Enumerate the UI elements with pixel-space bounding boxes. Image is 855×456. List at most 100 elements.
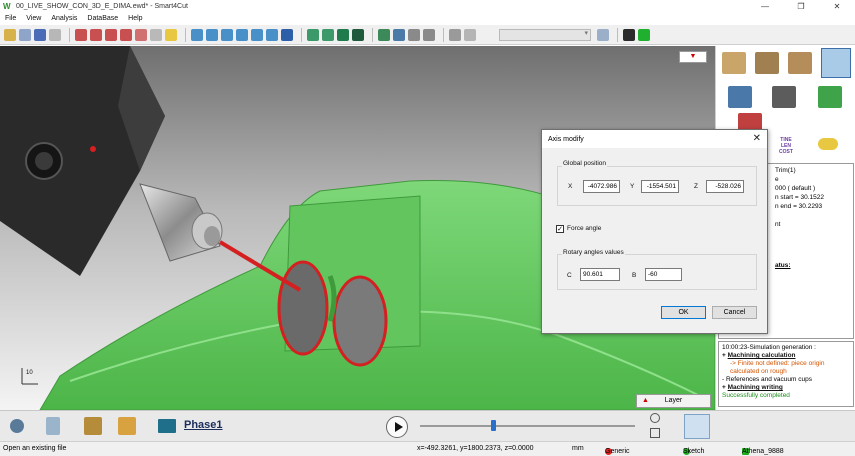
phase-label[interactable]: Phase1 [184,419,223,431]
light-bulb-icon[interactable] [165,28,177,41]
minimize-button[interactable]: — [747,0,783,13]
viewport-menu-button[interactable]: ▼ [679,51,707,63]
undo-icon[interactable] [449,28,461,41]
z-field[interactable]: -528.026 [706,180,744,193]
zoom-icon[interactable] [75,28,87,41]
rotary-angles-group: Rotary angles values C 90.601 B -60 [557,249,757,290]
info-line: 000 ( default ) [775,185,816,192]
force-angle-label: Force angle [567,225,602,232]
view-bottom-icon[interactable] [281,28,293,41]
y-field[interactable]: -1554.501 [641,180,679,193]
connection-status-icon[interactable] [638,28,650,41]
section-icon[interactable] [393,28,405,41]
menu-database[interactable]: DataBase [82,13,123,25]
play-button[interactable] [386,416,408,438]
view-front-icon[interactable] [206,28,218,41]
copy-icon[interactable] [597,28,609,41]
view-iso-icon[interactable] [191,28,203,41]
stock-icon[interactable] [772,86,796,108]
status-message: Open an existing file [3,445,67,452]
machine-icon[interactable] [728,86,752,108]
menu-analysis[interactable]: Analysis [46,13,82,25]
zoom-icon[interactable] [650,413,660,423]
configuration-select[interactable] [499,28,591,41]
toolbar-divider [301,27,302,42]
dialog-close-icon[interactable]: ✕ [753,133,761,144]
slider-thumb[interactable] [491,420,497,431]
x-field[interactable]: -4072.986 [583,180,620,193]
menu-help[interactable]: Help [123,13,147,25]
c-field[interactable]: 90.601 [580,268,620,281]
measure-icon[interactable] [378,28,390,41]
selected-mode-icon[interactable] [821,48,851,78]
snapshot-icon[interactable] [423,28,435,41]
view-back-icon[interactable] [221,28,233,41]
menu-file[interactable]: File [0,13,21,25]
view-right-icon[interactable] [251,28,263,41]
x-label: X [568,183,573,190]
redo-icon[interactable] [464,28,476,41]
save-icon[interactable] [34,28,46,41]
app-logo-icon: W [3,2,11,11]
view-top-icon[interactable] [266,28,278,41]
unit-indicator: mm [572,445,584,452]
toolbar-divider [443,27,444,42]
log-item: - References and vacuum cups [722,376,812,383]
zoom-in-icon[interactable] [90,28,102,41]
zoom-window-icon[interactable] [120,28,132,41]
log-success: Successfully completed [722,392,790,399]
tree-view-icon[interactable] [684,414,710,439]
hidden-lines-icon[interactable] [322,28,334,41]
shaded-icon[interactable] [337,28,349,41]
toolbar-divider [69,27,70,42]
tine-len-cost-icon[interactable]: TINE LEN COST [776,137,796,159]
status-heading: atus: [775,262,791,269]
print-icon[interactable] [49,28,61,41]
wireframe-icon[interactable] [307,28,319,41]
settings-gear-icon[interactable] [10,419,24,433]
log-warning: -> Finite not defined: piece origin [730,360,825,367]
maximize-button[interactable]: ❐ [783,0,819,13]
ok-button[interactable]: OK [661,306,706,319]
log-item: + Machining writing [722,384,783,391]
shaded-edges-icon[interactable] [352,28,364,41]
cancel-button[interactable]: Cancel [712,306,757,319]
menu-view[interactable]: View [21,13,46,25]
machining-tool-icon[interactable] [722,52,746,74]
force-angle-checkbox[interactable]: ✓ [556,225,564,233]
info-line: nt [775,221,781,228]
z-label: Z [694,183,698,190]
simulation-slider[interactable] [420,425,635,427]
tool-path-icon[interactable] [408,28,420,41]
new-file-icon[interactable] [4,28,16,41]
toolbar-divider [617,27,618,42]
cutting-icon[interactable] [755,52,779,74]
tool-setup-icon[interactable] [84,417,102,435]
machining-start-icon[interactable] [118,417,136,435]
b-field[interactable]: -60 [645,268,682,281]
log-item: + Machining calculation [722,352,796,359]
layer-button-label: Layer [664,397,683,404]
log-warning: calculated on rough [730,368,787,375]
global-position-label: Global position [562,160,607,167]
fit-view-icon[interactable] [650,428,660,438]
key-icon[interactable] [818,138,838,150]
close-window-button[interactable]: ✕ [819,0,855,13]
panel-icon[interactable] [788,52,812,74]
layer-button[interactable]: ▲ Layer [636,394,711,408]
toolbar-divider [372,27,373,42]
status-bar: Open an existing file x=-492.3261, y=180… [0,441,855,456]
money-icon[interactable] [818,86,842,108]
trash-icon[interactable] [46,417,60,435]
open-file-icon[interactable] [19,28,31,41]
view-left-icon[interactable] [236,28,248,41]
layer-toggle-icon: ▲ [642,397,649,404]
pan-hand-icon[interactable] [135,28,147,41]
toolbar-divider [185,27,186,42]
zoom-out-icon[interactable] [105,28,117,41]
c-label: C [567,272,572,279]
rotate-icon[interactable] [150,28,162,41]
dialog-title: Axis modify [548,135,584,143]
global-position-group: Global position X -4072.986 Y -1554.501 … [557,160,757,206]
user-icon[interactable] [623,28,635,41]
